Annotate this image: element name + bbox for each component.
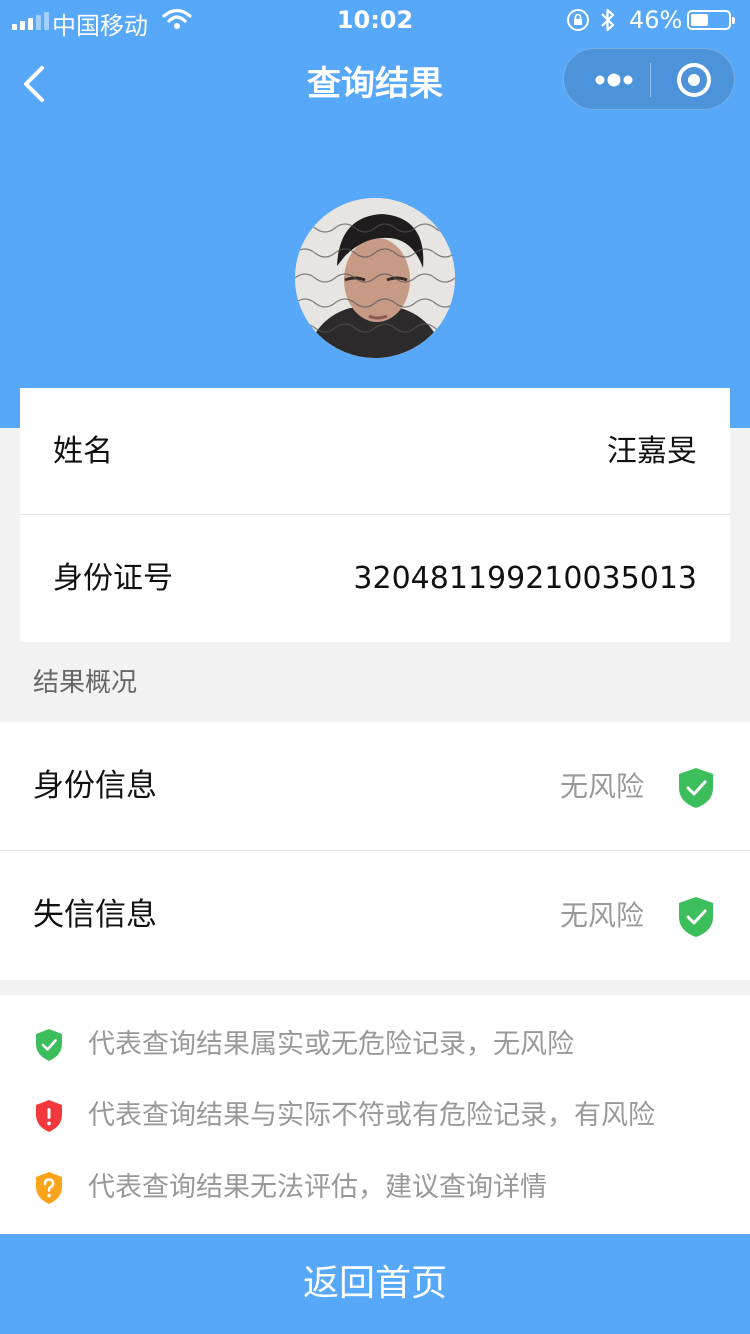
battery-percentage: 46% — [629, 6, 683, 34]
id-number-row: 身份证号 320481199210035013 — [20, 515, 730, 642]
result-summary-list: 身份信息 无风险 失信信息 无风险 — [0, 722, 750, 980]
shield-exclamation-red-icon — [36, 1100, 62, 1132]
legend-item-risk: 代表查询结果与实际不符或有危险记录，有风险 — [0, 1093, 750, 1143]
result-item-label: 失信信息 — [33, 897, 157, 933]
legend-text: 代表查询结果属实或无危险记录，无风险 — [88, 1029, 574, 1060]
id-number-label: 身份证号 — [53, 561, 173, 596]
battery-icon — [687, 10, 735, 30]
identity-card: 姓名 汪嘉旻 身份证号 320481199210035013 — [20, 388, 730, 642]
miniprogram-capsule — [563, 48, 735, 110]
result-item-dishonesty[interactable]: 失信信息 无风险 — [0, 851, 750, 980]
result-item-status: 无风险 — [559, 770, 644, 803]
result-item-status: 无风险 — [559, 899, 644, 932]
legend-item-unknown: 代表查询结果无法评估，建议查询详情 — [0, 1165, 750, 1215]
status-bar: 中国移动 10:02 46% — [0, 0, 750, 40]
name-row: 姓名 汪嘉旻 — [20, 388, 730, 515]
name-label: 姓名 — [53, 434, 113, 469]
legend-item-safe: 代表查询结果属实或无危险记录，无风险 — [0, 1022, 750, 1072]
legend-panel: 代表查询结果属实或无危险记录，无风险 代表查询结果与实际不符或有危险记录，有风险… — [0, 995, 750, 1235]
result-item-label: 身份信息 — [33, 768, 157, 804]
rotation-lock-icon — [567, 9, 589, 31]
shield-check-green-icon — [679, 768, 713, 808]
shield-check-green-icon — [679, 897, 713, 937]
capsule-divider — [650, 63, 651, 97]
result-summary-title: 结果概况 — [33, 668, 138, 698]
legend-text: 代表查询结果与实际不符或有危险记录，有风险 — [88, 1100, 655, 1131]
result-item-identity[interactable]: 身份信息 无风险 — [0, 722, 750, 851]
more-options-icon[interactable] — [586, 49, 642, 109]
shield-check-green-icon — [36, 1029, 62, 1061]
portrait-image — [295, 198, 455, 358]
bluetooth-icon — [601, 8, 615, 32]
close-miniprogram-icon[interactable] — [666, 49, 722, 109]
shield-question-orange-icon — [36, 1172, 62, 1204]
return-home-button[interactable]: 返回首页 — [0, 1234, 750, 1334]
name-value: 汪嘉旻 — [607, 434, 697, 469]
profile-photo-avatar — [295, 198, 455, 358]
id-number-value: 320481199210035013 — [353, 561, 697, 596]
legend-text: 代表查询结果无法评估，建议查询详情 — [88, 1172, 547, 1203]
